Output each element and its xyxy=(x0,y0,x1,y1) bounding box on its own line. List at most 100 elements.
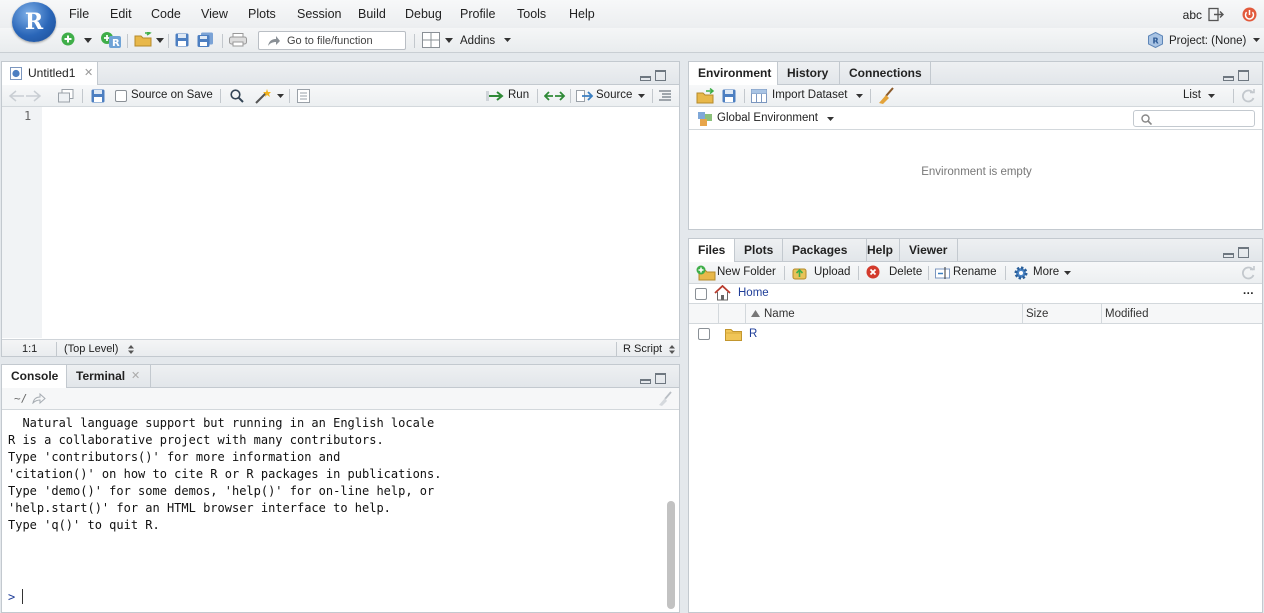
tab-history[interactable]: History xyxy=(778,62,840,85)
import-dataset-icon[interactable] xyxy=(751,89,767,103)
chevron-down-icon[interactable] xyxy=(827,117,834,121)
chevron-down-icon[interactable] xyxy=(504,38,511,42)
document-outline-icon[interactable] xyxy=(658,90,672,102)
chevron-down-icon[interactable] xyxy=(856,94,863,98)
tab-plots[interactable]: Plots xyxy=(735,239,783,262)
console-pane-min-max[interactable] xyxy=(640,373,668,385)
more-menu[interactable]: More xyxy=(1033,266,1059,278)
import-dataset-button[interactable]: Import Dataset xyxy=(772,89,847,101)
source-arrow-icon[interactable] xyxy=(576,90,594,102)
table-row[interactable]: R xyxy=(689,325,1262,346)
power-quit-icon[interactable] xyxy=(1242,7,1257,22)
environment-pane-min-max[interactable] xyxy=(1223,70,1251,82)
code-tools-wand-icon[interactable] xyxy=(254,88,272,104)
project-menu[interactable]: Project: (None) xyxy=(1169,35,1246,47)
updown-chevron-icon[interactable] xyxy=(128,345,134,354)
scope-selector[interactable]: (Top Level) xyxy=(64,343,118,355)
close-tab-icon[interactable]: ✕ xyxy=(131,365,140,387)
scrollbar-thumb[interactable] xyxy=(667,501,675,609)
print-icon[interactable] xyxy=(229,33,247,47)
run-button[interactable]: Run xyxy=(508,89,529,101)
home-icon[interactable] xyxy=(714,285,731,301)
column-header-name[interactable]: Name xyxy=(764,308,795,320)
sign-out-icon[interactable] xyxy=(1208,7,1225,22)
tab-console[interactable]: Console xyxy=(2,365,67,389)
goto-file-function-input[interactable]: Go to file/function xyxy=(258,31,406,50)
updown-chevron-icon[interactable] xyxy=(669,345,675,354)
rename-button[interactable]: Rename xyxy=(953,266,996,278)
tab-environment[interactable]: Environment xyxy=(689,62,778,86)
chevron-down-icon[interactable] xyxy=(277,94,284,98)
minimize-icon[interactable] xyxy=(640,379,651,384)
global-environment-selector[interactable]: Global Environment xyxy=(717,112,818,124)
menu-file[interactable]: File xyxy=(69,7,89,21)
column-header-modified[interactable]: Modified xyxy=(1105,308,1148,320)
chevron-down-icon[interactable] xyxy=(156,38,164,43)
chevron-down-icon[interactable] xyxy=(445,38,453,43)
maximize-icon[interactable] xyxy=(1238,70,1249,81)
close-tab-icon[interactable]: ✕ xyxy=(84,62,93,84)
goto-directory-icon[interactable] xyxy=(32,393,46,404)
save-all-icon[interactable] xyxy=(197,32,215,48)
menu-code[interactable]: Code xyxy=(151,7,181,21)
menu-session[interactable]: Session xyxy=(297,7,341,21)
maximize-icon[interactable] xyxy=(655,70,666,81)
chevron-down-icon[interactable] xyxy=(84,38,92,43)
gear-icon[interactable] xyxy=(1013,265,1029,281)
tab-help[interactable]: Help xyxy=(867,239,900,262)
source-button[interactable]: Source xyxy=(596,89,632,101)
clear-workspace-broom-icon[interactable] xyxy=(878,87,894,105)
chevron-down-icon[interactable] xyxy=(638,94,645,98)
compile-report-icon[interactable] xyxy=(297,89,310,103)
source-on-save-checkbox[interactable] xyxy=(115,90,127,102)
save-icon[interactable] xyxy=(91,89,105,103)
delete-button[interactable]: Delete xyxy=(889,266,922,278)
rerun-icon[interactable] xyxy=(544,90,566,102)
tab-connections[interactable]: Connections xyxy=(840,62,931,85)
more-path-ellipsis[interactable]: … xyxy=(1243,285,1255,297)
console-input-cursor[interactable] xyxy=(22,589,23,604)
minimize-icon[interactable] xyxy=(640,76,651,81)
console-scrollbar[interactable] xyxy=(667,409,676,609)
refresh-icon[interactable] xyxy=(1241,89,1256,103)
search-icon[interactable] xyxy=(230,89,244,103)
new-folder-icon[interactable] xyxy=(696,265,716,281)
delete-icon[interactable] xyxy=(866,265,880,279)
console-output[interactable]: Natural language support but running in … xyxy=(8,415,441,534)
show-in-window-icon[interactable] xyxy=(58,89,74,103)
row-checkbox[interactable] xyxy=(698,328,710,340)
run-arrow-icon[interactable] xyxy=(486,91,506,101)
tab-packages[interactable]: Packages xyxy=(783,239,867,262)
environment-search-input[interactable] xyxy=(1133,110,1255,127)
tab-files[interactable]: Files xyxy=(689,239,735,263)
open-folder-icon[interactable] xyxy=(134,32,154,48)
rename-icon[interactable] xyxy=(935,266,950,280)
source-pane-min-max[interactable] xyxy=(640,70,668,82)
refresh-icon[interactable] xyxy=(1241,266,1256,280)
chevron-down-icon[interactable] xyxy=(1253,38,1260,42)
menu-tools[interactable]: Tools xyxy=(517,7,546,21)
minimize-icon[interactable] xyxy=(1223,76,1234,81)
upload-icon[interactable] xyxy=(792,265,807,280)
file-type-selector[interactable]: R Script xyxy=(623,343,662,355)
save-workspace-icon[interactable] xyxy=(722,89,736,103)
upload-button[interactable]: Upload xyxy=(814,266,850,278)
menu-profile[interactable]: Profile xyxy=(460,7,495,21)
minimize-icon[interactable] xyxy=(1223,253,1234,258)
clear-console-broom-icon[interactable] xyxy=(657,391,673,407)
menu-edit[interactable]: Edit xyxy=(110,7,132,21)
new-folder-button[interactable]: New Folder xyxy=(717,266,776,278)
select-all-checkbox[interactable] xyxy=(695,288,707,300)
chevron-down-icon[interactable] xyxy=(1064,271,1071,275)
maximize-icon[interactable] xyxy=(655,373,666,384)
sort-ascending-icon[interactable] xyxy=(751,310,760,317)
menu-view[interactable]: View xyxy=(201,7,228,21)
addins-menu[interactable]: Addins xyxy=(460,35,495,47)
save-icon[interactable] xyxy=(175,33,189,47)
tab-untitled1[interactable]: Untitled1 ✕ xyxy=(2,62,98,86)
menu-build[interactable]: Build xyxy=(358,7,386,21)
pane-layout-icon[interactable] xyxy=(422,32,440,48)
chevron-down-icon[interactable] xyxy=(1208,94,1215,98)
file-name-link[interactable]: R xyxy=(749,328,757,340)
tab-viewer[interactable]: Viewer xyxy=(900,239,958,262)
